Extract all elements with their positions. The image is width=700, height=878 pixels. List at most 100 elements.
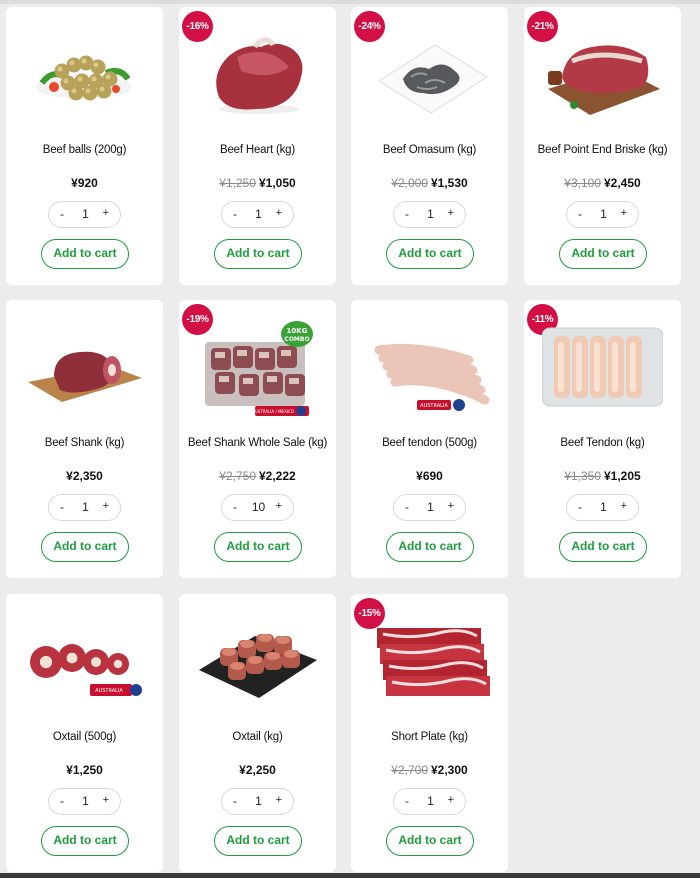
add-to-cart-button[interactable]: Add to cart — [559, 532, 647, 562]
add-to-cart-button[interactable]: Add to cart — [41, 239, 129, 269]
product-price: ¥2,750 ¥2,222 — [179, 469, 336, 483]
quantity-value[interactable]: 1 — [567, 500, 640, 514]
product-price: ¥2,250 — [179, 763, 336, 777]
top-strip — [0, 0, 700, 4]
product-price: ¥2,700 ¥2,300 — [351, 763, 508, 777]
product-name[interactable]: Beef Shank Whole Sale (kg) — [179, 437, 336, 449]
product-name[interactable]: Beef Heart (kg) — [179, 144, 336, 156]
add-to-cart-button[interactable]: Add to cart — [41, 826, 129, 856]
current-price: ¥1,205 — [604, 469, 641, 483]
add-to-cart-button[interactable]: Add to cart — [214, 826, 302, 856]
quantity-stepper: - 1 + — [566, 201, 639, 228]
increase-quantity-button[interactable]: + — [103, 207, 109, 219]
beef-shank-image[interactable] — [24, 320, 145, 416]
product-name[interactable]: Beef Shank (kg) — [6, 437, 163, 449]
product-price: ¥2,000 ¥1,530 — [351, 176, 508, 190]
old-price: ¥2,700 — [391, 763, 428, 777]
bottom-strip — [0, 873, 700, 878]
quantity-stepper: - 1 + — [221, 201, 294, 228]
increase-quantity-button[interactable]: + — [276, 207, 282, 219]
current-price: ¥690 — [416, 469, 443, 483]
beef-brisket-image[interactable] — [542, 27, 663, 123]
current-price: ¥2,300 — [431, 763, 468, 777]
beef-tendon-image[interactable]: AUSTRALIA — [369, 320, 490, 416]
quantity-value[interactable]: 1 — [49, 794, 122, 808]
quantity-value[interactable]: 1 — [394, 500, 467, 514]
old-price: ¥1,250 — [219, 176, 256, 190]
current-price: ¥2,222 — [259, 469, 296, 483]
product-card[interactable]: Oxtail (kg) ¥2,250 - 1 + Add to cart — [179, 594, 336, 872]
product-card[interactable]: -21% Beef Point End Briske (kg) ¥3,100 ¥2,… — [524, 7, 681, 285]
product-price: ¥920 — [6, 176, 163, 190]
quantity-value[interactable]: 1 — [394, 794, 467, 808]
svg-text:AUSTRALIA / MEXICO: AUSTRALIA / MEXICO — [252, 409, 294, 414]
increase-quantity-button[interactable]: + — [448, 794, 454, 806]
beef-omasum-image[interactable] — [369, 27, 490, 123]
old-price: ¥2,750 — [219, 469, 256, 483]
add-to-cart-button[interactable]: Add to cart — [386, 532, 474, 562]
add-to-cart-button[interactable]: Add to cart — [386, 826, 474, 856]
beef-heart-image[interactable] — [197, 27, 318, 123]
quantity-stepper: - 1 + — [48, 494, 121, 521]
increase-quantity-button[interactable]: + — [448, 207, 454, 219]
quantity-value[interactable]: 1 — [567, 207, 640, 221]
product-card[interactable]: -19% 10KG COMBO AUSTRALIA / MEXICO Beef … — [179, 300, 336, 578]
old-price: ¥3,100 — [564, 176, 601, 190]
increase-quantity-button[interactable]: + — [621, 207, 627, 219]
product-name[interactable]: Oxtail (kg) — [179, 731, 336, 743]
product-name[interactable]: Beef tendon (500g) — [351, 437, 508, 449]
add-to-cart-button[interactable]: Add to cart — [386, 239, 474, 269]
product-price: ¥690 — [351, 469, 508, 483]
product-name[interactable]: Beef Point End Briske (kg) — [524, 144, 681, 156]
product-name[interactable]: Beef balls (200g) — [6, 144, 163, 156]
product-card[interactable]: AUSTRALIA Beef tendon (500g) ¥690 - 1 + A… — [351, 300, 508, 578]
quantity-stepper: - 1 + — [393, 494, 466, 521]
current-price: ¥920 — [71, 176, 98, 190]
short-plate-image[interactable] — [369, 614, 490, 710]
product-card[interactable]: -16% Beef Heart (kg) ¥1,250 ¥1,050 - 1 + A… — [179, 7, 336, 285]
increase-quantity-button[interactable]: + — [276, 500, 282, 512]
product-price: ¥1,250 ¥1,050 — [179, 176, 336, 190]
product-card[interactable]: AUSTRALIA Oxtail (500g) ¥1,250 - 1 + Add … — [6, 594, 163, 872]
increase-quantity-button[interactable]: + — [621, 500, 627, 512]
add-to-cart-button[interactable]: Add to cart — [559, 239, 647, 269]
combo-label: 10KG — [287, 327, 308, 335]
oxtail-slate-image[interactable] — [197, 614, 318, 710]
product-card[interactable]: Beef balls (200g) ¥920 - 1 + Add to cart — [6, 7, 163, 285]
product-card[interactable]: -15% Short Plate (kg) ¥2,700 ¥2,300 - 1 + … — [351, 594, 508, 872]
product-price: ¥3,100 ¥2,450 — [524, 176, 681, 190]
quantity-value[interactable]: 1 — [394, 207, 467, 221]
quantity-value[interactable]: 1 — [222, 794, 295, 808]
product-card[interactable]: Beef Shank (kg) ¥2,350 - 1 + Add to cart — [6, 300, 163, 578]
product-name[interactable]: Oxtail (500g) — [6, 731, 163, 743]
product-name[interactable]: Beef Tendon (kg) — [524, 437, 681, 449]
add-to-cart-button[interactable]: Add to cart — [214, 239, 302, 269]
quantity-stepper: - 10 + — [221, 494, 294, 521]
current-price: ¥1,050 — [259, 176, 296, 190]
add-to-cart-button[interactable]: Add to cart — [214, 532, 302, 562]
product-name[interactable]: Short Plate (kg) — [351, 731, 508, 743]
product-name[interactable]: Beef Omasum (kg) — [351, 144, 508, 156]
increase-quantity-button[interactable]: + — [103, 500, 109, 512]
quantity-value[interactable]: 1 — [222, 207, 295, 221]
quantity-value[interactable]: 10 — [222, 500, 295, 514]
quantity-value[interactable]: 1 — [49, 500, 122, 514]
beef-balls-image[interactable] — [24, 27, 145, 123]
quantity-stepper: - 1 + — [221, 788, 294, 815]
old-price: ¥1,350 — [564, 469, 601, 483]
current-price: ¥1,530 — [431, 176, 468, 190]
current-price: ¥2,450 — [604, 176, 641, 190]
product-card[interactable]: -11% Beef Tendon (kg) ¥1,350 ¥1,205 - 1 + … — [524, 300, 681, 578]
beef-tendon-tray-image[interactable] — [541, 320, 664, 416]
increase-quantity-button[interactable]: + — [276, 794, 282, 806]
product-card[interactable]: -24% Beef Omasum (kg) ¥2,000 ¥1,530 - 1 + … — [351, 7, 508, 285]
quantity-value[interactable]: 1 — [49, 207, 122, 221]
current-price: ¥1,250 — [66, 763, 103, 777]
increase-quantity-button[interactable]: + — [103, 794, 109, 806]
beef-shank-wholesale-image[interactable]: 10KG COMBO AUSTRALIA / MEXICO — [197, 320, 318, 416]
quantity-stepper: - 1 + — [566, 494, 639, 521]
oxtail-image[interactable]: AUSTRALIA — [24, 614, 145, 710]
svg-text:AUSTRALIA: AUSTRALIA — [95, 688, 123, 694]
add-to-cart-button[interactable]: Add to cart — [41, 532, 129, 562]
increase-quantity-button[interactable]: + — [448, 500, 454, 512]
